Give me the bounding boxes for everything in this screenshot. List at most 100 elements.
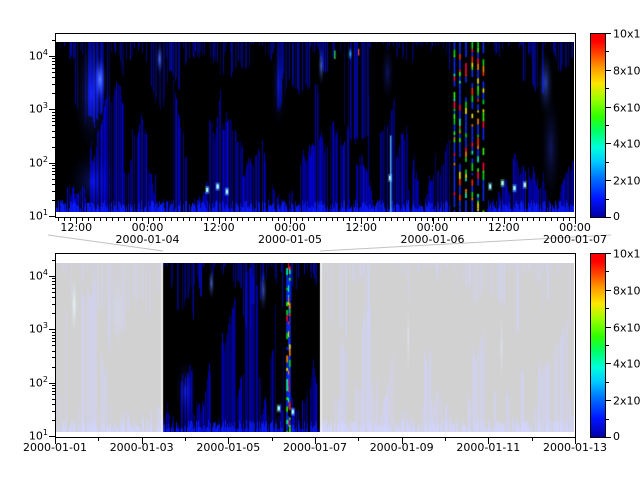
x-minor-tick (70, 217, 71, 221)
x-minor-tick (213, 217, 214, 221)
x-tick-date-label: 2000-01-07 (530, 234, 620, 246)
x-tick-date-label: 2000-01-06 (388, 234, 478, 246)
x-minor-tick (332, 217, 333, 221)
y-minor-tick (52, 84, 55, 85)
x-minor-tick (462, 217, 463, 221)
y-minor-tick (52, 351, 55, 352)
y-minor-tick (52, 72, 55, 73)
x-minor-tick (142, 437, 143, 441)
colorbar-bottom (591, 254, 605, 437)
x-minor-tick (237, 217, 238, 221)
x-minor-tick (242, 217, 243, 221)
colorbar-tick-label: 4x107 (613, 357, 640, 371)
x-tick-label lbl: 12:00 (36, 222, 116, 234)
y-major-tick (49, 383, 55, 384)
colorbar-major-tick (606, 363, 611, 364)
colorbar-tick-label: 10x107 (613, 247, 640, 261)
colorbar-major-tick (606, 253, 611, 254)
x-minor-tick (94, 217, 95, 221)
y-tick-label: 102 (16, 376, 48, 390)
x-minor-tick (112, 217, 113, 221)
colorbar-minor-tick (606, 51, 609, 52)
x-minor-tick (225, 217, 226, 221)
colorbar-major-tick (606, 107, 611, 108)
y-minor-tick (52, 411, 55, 412)
x-minor-tick (76, 217, 77, 221)
y-minor-tick (52, 313, 55, 314)
y-minor-tick (52, 297, 55, 298)
x-minor-tick (64, 217, 65, 221)
colorbar-minor-tick (606, 308, 609, 309)
x-tick-label lbl: 12:00 (179, 222, 259, 234)
x-minor-tick (219, 217, 220, 221)
x-minor-tick (391, 217, 392, 221)
x-tick-label lbl: 2000-01-05 (188, 442, 268, 454)
x-minor-tick (468, 217, 469, 221)
x-minor-tick (177, 217, 178, 221)
colorbar-tick-label: 0 (613, 431, 620, 443)
x-minor-tick (498, 217, 499, 221)
y-minor-tick (52, 357, 55, 358)
x-minor-tick (183, 217, 184, 221)
y-minor-tick (52, 385, 55, 386)
x-minor-tick (373, 217, 374, 221)
x-minor-tick (504, 217, 505, 221)
x-minor-tick (533, 217, 534, 221)
x-minor-tick (361, 217, 362, 221)
y-minor-tick (52, 284, 55, 285)
colorbar-minor-tick (606, 125, 609, 126)
x-minor-tick (100, 217, 101, 221)
colorbar-major-tick (606, 33, 611, 34)
x-tick-label lbl: 2000-01-03 (102, 442, 182, 454)
context-spectrogram-canvas[interactable] (56, 263, 574, 432)
colorbar-major-tick (606, 290, 611, 291)
y-minor-tick (52, 388, 55, 389)
y-minor-tick (52, 184, 55, 185)
x-minor-tick (159, 217, 160, 221)
x-minor-tick (349, 217, 350, 221)
y-minor-tick (52, 292, 55, 293)
colorbar-minor-tick (606, 271, 609, 272)
y-minor-tick (52, 179, 55, 180)
x-minor-tick (136, 217, 137, 221)
detail-spectrogram-canvas[interactable] (56, 42, 574, 212)
y-minor-tick (52, 338, 55, 339)
x-minor-tick (228, 437, 229, 441)
y-major-tick (49, 276, 55, 277)
y-minor-tick (52, 137, 55, 138)
x-minor-tick (320, 217, 321, 221)
x-minor-tick (402, 437, 403, 441)
x-tick-label lbl: 2000-01-11 (448, 442, 528, 454)
x-minor-tick (488, 437, 489, 441)
y-minor-tick (52, 131, 55, 132)
x-tick-label lbl: 2000-01-07 (275, 442, 355, 454)
y-minor-tick (52, 391, 55, 392)
x-minor-tick (314, 217, 315, 221)
y-minor-tick (52, 191, 55, 192)
colorbar-major-tick (606, 70, 611, 71)
x-minor-tick (165, 217, 166, 221)
x-tick-label lbl: 12:00 (464, 222, 544, 234)
y-minor-tick (52, 200, 55, 201)
x-minor-tick (444, 217, 445, 221)
colorbar-top (591, 34, 605, 217)
x-minor-tick (379, 217, 380, 221)
x-tick-label lbl: 12:00 (321, 222, 401, 234)
y-minor-tick (52, 58, 55, 59)
y-minor-tick (52, 93, 55, 94)
y-minor-tick (52, 278, 55, 279)
x-minor-tick (516, 217, 517, 221)
y-minor-tick (52, 121, 55, 122)
x-minor-tick (272, 437, 273, 441)
colorbar-tick-label: 10x107 (613, 27, 640, 41)
colorbar-major-tick (606, 180, 611, 181)
x-minor-tick (355, 217, 356, 221)
x-minor-tick (450, 217, 451, 221)
y-tick-label: 104 (16, 269, 48, 283)
colorbar-tick-label: 6x107 (613, 101, 640, 115)
x-minor-tick (409, 217, 410, 221)
x-minor-tick (315, 437, 316, 441)
x-minor-tick (545, 217, 546, 221)
y-minor-tick (52, 125, 55, 126)
y-minor-tick (52, 260, 55, 261)
